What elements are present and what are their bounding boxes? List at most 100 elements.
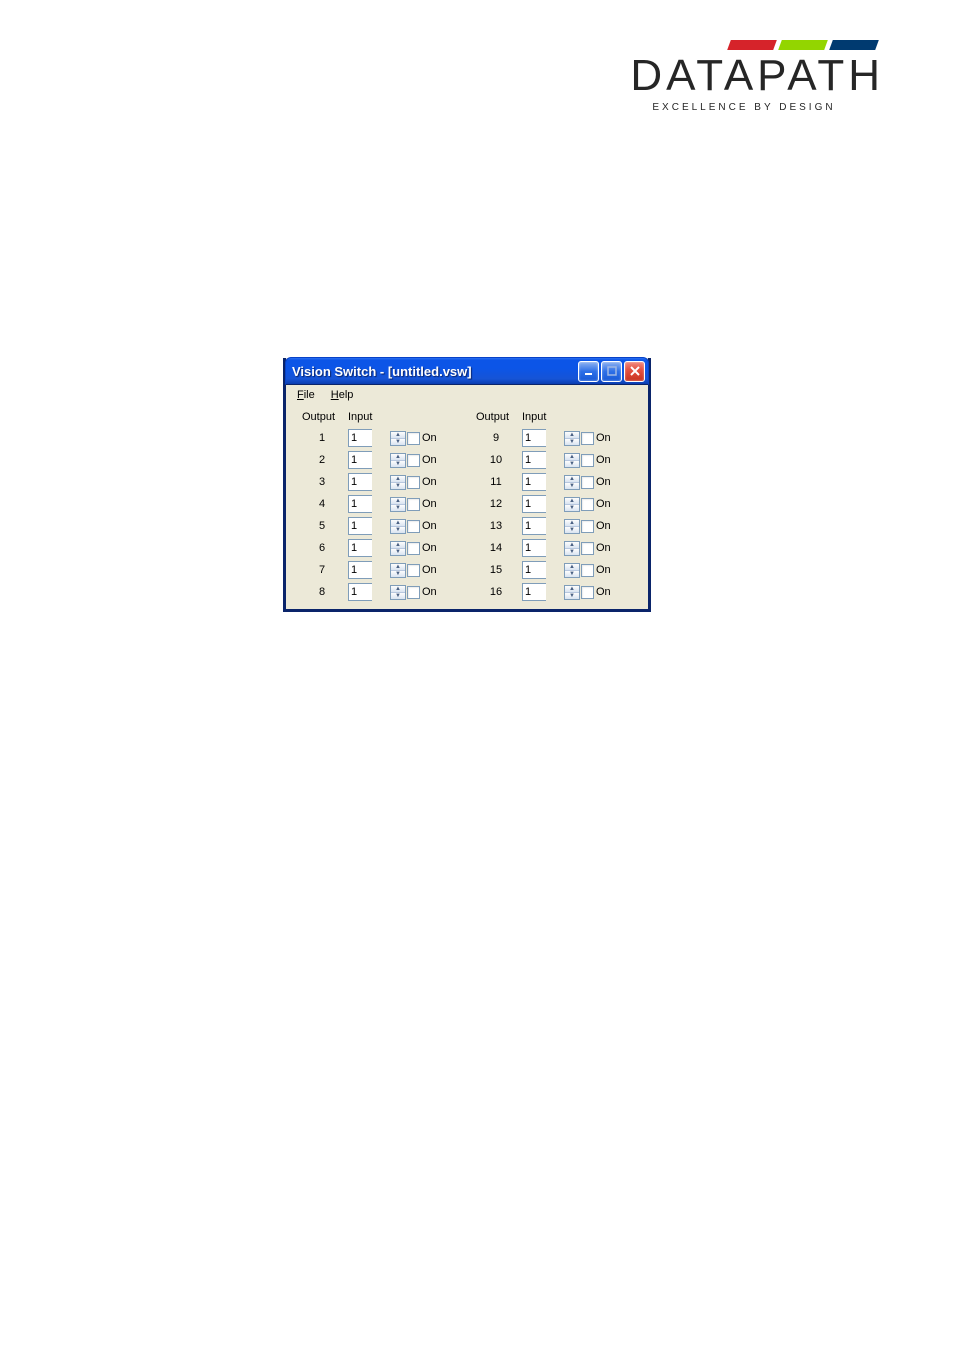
spin-up-icon[interactable]: ▲ — [565, 586, 579, 593]
spin-up-icon[interactable]: ▲ — [565, 476, 579, 483]
spin-up-icon[interactable]: ▲ — [565, 454, 579, 461]
input-spinner — [348, 583, 390, 601]
spin-down-icon[interactable]: ▼ — [391, 571, 405, 577]
input-value[interactable] — [348, 539, 372, 557]
input-value[interactable] — [522, 473, 546, 491]
output-label: 5 — [296, 520, 348, 532]
spin-up-icon[interactable]: ▲ — [391, 564, 405, 571]
spin-up-icon[interactable]: ▲ — [565, 432, 579, 439]
on-checkbox[interactable] — [407, 498, 420, 511]
spin-down-icon[interactable]: ▼ — [565, 593, 579, 599]
input-value[interactable] — [522, 429, 546, 447]
logo-stripe-red — [727, 40, 777, 50]
spin-buttons: ▲▼ — [564, 541, 580, 556]
on-checkbox[interactable] — [407, 454, 420, 467]
output-label: 15 — [470, 564, 522, 576]
on-label: On — [420, 520, 448, 532]
spin-down-icon[interactable]: ▼ — [391, 549, 405, 555]
on-checkbox[interactable] — [407, 586, 420, 599]
output-label: 10 — [470, 454, 522, 466]
input-value[interactable] — [522, 451, 546, 469]
on-checkbox[interactable] — [407, 542, 420, 555]
spin-down-icon[interactable]: ▼ — [391, 527, 405, 533]
spin-up-icon[interactable]: ▲ — [565, 498, 579, 505]
on-checkbox[interactable] — [581, 476, 594, 489]
input-spinner — [522, 561, 564, 579]
spin-up-icon[interactable]: ▲ — [391, 520, 405, 527]
spin-down-icon[interactable]: ▼ — [565, 483, 579, 489]
close-button[interactable] — [624, 361, 645, 382]
spin-up-icon[interactable]: ▲ — [391, 498, 405, 505]
input-value[interactable] — [348, 451, 372, 469]
spin-down-icon[interactable]: ▼ — [391, 461, 405, 467]
spin-down-icon[interactable]: ▼ — [391, 505, 405, 511]
on-checkbox[interactable] — [581, 586, 594, 599]
logo-tagline: EXCELLENCE BY DESIGN — [604, 102, 884, 113]
on-label: On — [420, 586, 448, 598]
header-input: Input — [522, 411, 580, 425]
input-value[interactable] — [348, 429, 372, 447]
output-label: 4 — [296, 498, 348, 510]
on-label: On — [420, 564, 448, 576]
on-label: On — [420, 432, 448, 444]
spin-up-icon[interactable]: ▲ — [391, 542, 405, 549]
on-checkbox[interactable] — [581, 432, 594, 445]
spin-buttons: ▲▼ — [390, 563, 406, 578]
on-checkbox[interactable] — [407, 520, 420, 533]
input-spinner — [522, 473, 564, 491]
on-checkbox[interactable] — [581, 454, 594, 467]
output-label: 13 — [470, 520, 522, 532]
input-value[interactable] — [522, 495, 546, 513]
spin-down-icon[interactable]: ▼ — [391, 593, 405, 599]
spin-up-icon[interactable]: ▲ — [391, 454, 405, 461]
on-label: On — [594, 432, 622, 444]
titlebar[interactable]: Vision Switch - [untitled.vsw] — [285, 357, 649, 385]
spin-up-icon[interactable]: ▲ — [391, 432, 405, 439]
output-label: 11 — [470, 476, 522, 488]
on-label: On — [420, 476, 448, 488]
input-value[interactable] — [522, 561, 546, 579]
spin-buttons: ▲▼ — [390, 585, 406, 600]
spin-up-icon[interactable]: ▲ — [565, 564, 579, 571]
minimize-button[interactable] — [578, 361, 599, 382]
spin-up-icon[interactable]: ▲ — [391, 586, 405, 593]
input-value[interactable] — [348, 495, 372, 513]
on-checkbox[interactable] — [581, 498, 594, 511]
spin-down-icon[interactable]: ▼ — [565, 571, 579, 577]
menu-help[interactable]: Help — [324, 387, 361, 403]
output-label: 2 — [296, 454, 348, 466]
input-spinner — [348, 473, 390, 491]
menu-file[interactable]: File — [290, 387, 322, 403]
on-checkbox[interactable] — [407, 476, 420, 489]
spin-up-icon[interactable]: ▲ — [391, 476, 405, 483]
on-label: On — [594, 542, 622, 554]
input-spinner — [348, 451, 390, 469]
on-checkbox[interactable] — [407, 564, 420, 577]
spin-down-icon[interactable]: ▼ — [565, 527, 579, 533]
input-value[interactable] — [348, 473, 372, 491]
spin-down-icon[interactable]: ▼ — [391, 439, 405, 445]
maximize-button[interactable] — [601, 361, 622, 382]
spin-down-icon[interactable]: ▼ — [565, 461, 579, 467]
input-value[interactable] — [348, 561, 372, 579]
spin-down-icon[interactable]: ▼ — [565, 505, 579, 511]
on-checkbox[interactable] — [581, 542, 594, 555]
input-value[interactable] — [348, 517, 372, 535]
spin-buttons: ▲▼ — [564, 431, 580, 446]
spin-down-icon[interactable]: ▼ — [391, 483, 405, 489]
input-value[interactable] — [522, 539, 546, 557]
input-spinner — [522, 429, 564, 447]
on-checkbox[interactable] — [407, 432, 420, 445]
column-right: Output Input 9 ▲▼ On 10 ▲▼ On 11 ▲▼ On 1… — [470, 411, 622, 601]
on-label: On — [594, 476, 622, 488]
spin-up-icon[interactable]: ▲ — [565, 520, 579, 527]
input-value[interactable] — [348, 583, 372, 601]
spin-down-icon[interactable]: ▼ — [565, 439, 579, 445]
input-value[interactable] — [522, 517, 546, 535]
spin-buttons: ▲▼ — [390, 541, 406, 556]
spin-up-icon[interactable]: ▲ — [565, 542, 579, 549]
on-checkbox[interactable] — [581, 520, 594, 533]
spin-down-icon[interactable]: ▼ — [565, 549, 579, 555]
on-checkbox[interactable] — [581, 564, 594, 577]
input-value[interactable] — [522, 583, 546, 601]
